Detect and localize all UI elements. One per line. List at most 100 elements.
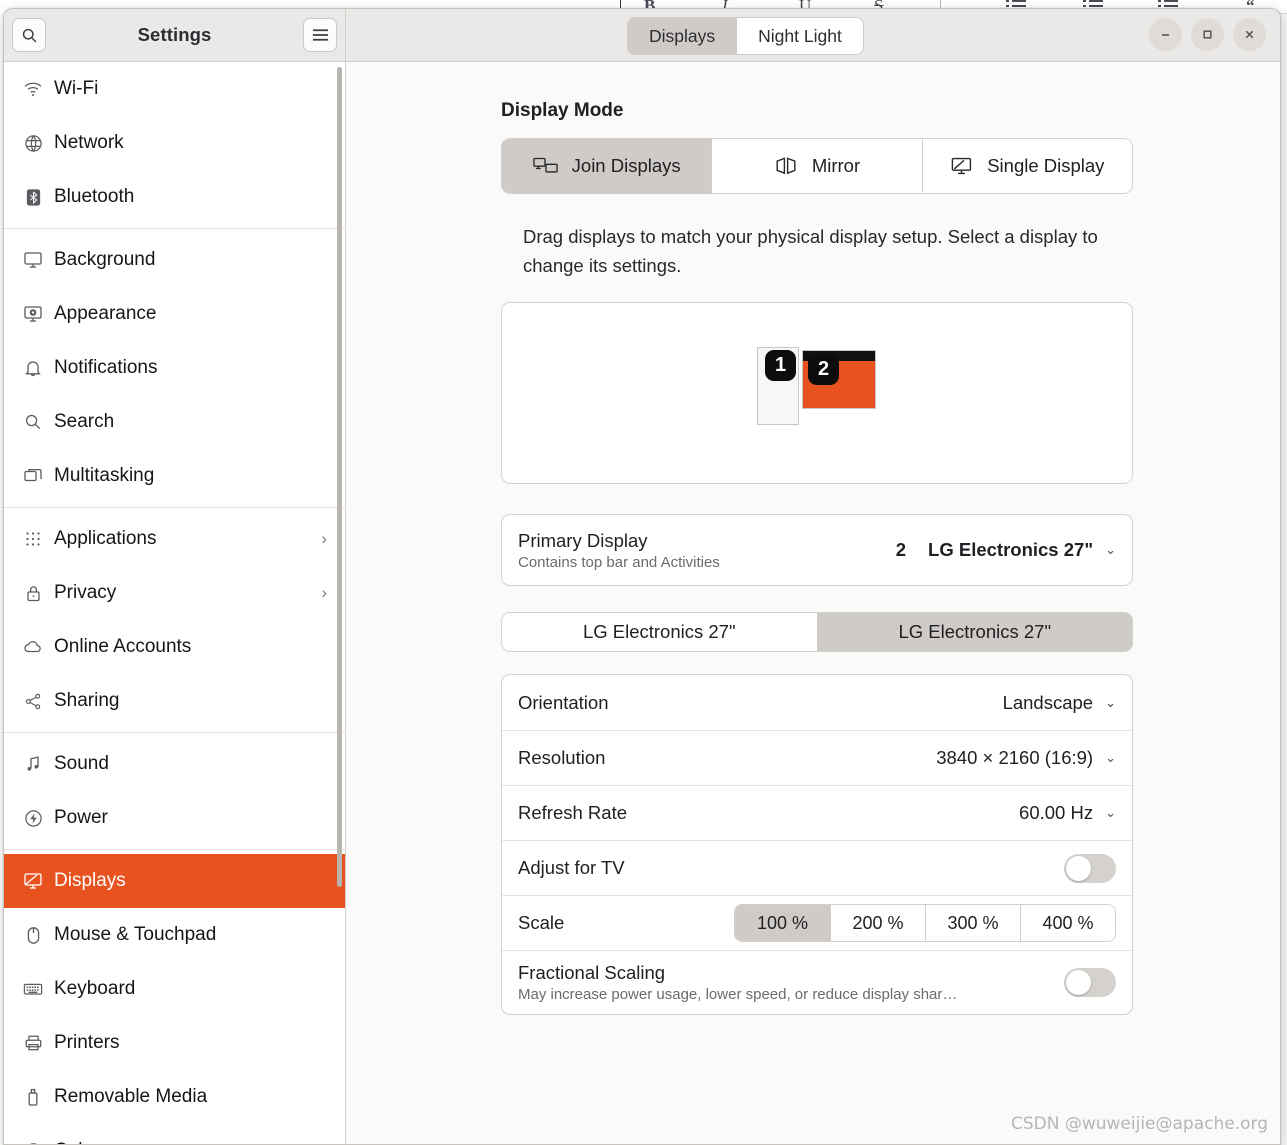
sidebar: Wi-Fi Network Bluetooth Background Appea… xyxy=(4,62,346,1144)
sidebar-item-multitasking[interactable]: Multitasking xyxy=(4,449,345,503)
sidebar-divider xyxy=(4,507,345,508)
scale-option-100-label: 100 % xyxy=(756,912,809,933)
display-mode-switcher: Join Displays Mirror Single Display xyxy=(501,138,1133,194)
orientation-row[interactable]: Orientation Landscape ⌄ xyxy=(502,675,1132,730)
mode-join-displays[interactable]: Join Displays xyxy=(502,139,712,193)
close-icon xyxy=(1245,30,1254,39)
sidebar-item-color[interactable]: Color xyxy=(4,1124,345,1144)
adjust-for-tv-toggle[interactable] xyxy=(1064,853,1116,883)
tab-night-light[interactable]: Night Light xyxy=(736,18,863,54)
sidebar-item-background[interactable]: Background xyxy=(4,233,345,287)
resolution-value: 3840 × 2160 (16:9) xyxy=(936,747,1094,768)
sidebar-item-notifications[interactable]: Notifications xyxy=(4,341,345,395)
wifi-icon xyxy=(18,81,48,97)
main-menu-button[interactable] xyxy=(303,18,337,52)
scale-row: Scale 100 % 200 % 300 % 400 % xyxy=(502,895,1132,950)
sidebar-item-mouse-touchpad[interactable]: Mouse & Touchpad xyxy=(4,908,345,962)
sidebar-item-label: Printers xyxy=(54,1032,120,1053)
cloud-icon xyxy=(18,640,48,654)
primary-display-number: 2 xyxy=(895,539,907,560)
scale-option-200-label: 200 % xyxy=(852,912,904,933)
sidebar-item-printers[interactable]: Printers xyxy=(4,1016,345,1070)
scale-option-400-label: 400 % xyxy=(1042,912,1094,933)
sidebar-item-power[interactable]: Power xyxy=(4,791,345,845)
refresh-rate-row[interactable]: Refresh Rate 60.00 Hz ⌄ xyxy=(502,785,1132,840)
tab-displays[interactable]: Displays xyxy=(628,18,737,54)
display-mode-section: Display Mode Join Displays Mirror Single… xyxy=(501,100,1133,1015)
search-icon xyxy=(22,28,36,42)
sidebar-item-displays[interactable]: Displays xyxy=(4,854,345,908)
mode-single-display[interactable]: Single Display xyxy=(921,139,1132,193)
resolution-label: Resolution xyxy=(518,747,606,768)
sidebar-item-search[interactable]: Search xyxy=(4,395,345,449)
display-tab-1-label: LG Electronics 27" xyxy=(582,621,736,642)
keyboard-icon xyxy=(18,982,48,996)
resolution-row[interactable]: Resolution 3840 × 2160 (16:9) ⌄ xyxy=(502,730,1132,785)
fractional-scaling-label: Fractional Scaling xyxy=(518,962,666,983)
sidebar-divider xyxy=(4,732,345,733)
scale-switcher: 100 % 200 % 300 % 400 % xyxy=(734,904,1116,942)
scale-option-300-label: 300 % xyxy=(947,912,999,933)
display-settings-card: Orientation Landscape ⌄ Resolution 3840 … xyxy=(501,674,1133,1015)
close-button[interactable] xyxy=(1233,18,1266,51)
mode-mirror-label: Mirror xyxy=(811,155,861,176)
fractional-scaling-toggle[interactable] xyxy=(1064,968,1116,997)
primary-display-label: Primary Display xyxy=(518,529,648,551)
search-button[interactable] xyxy=(12,18,46,52)
windows-stack-icon xyxy=(18,467,48,485)
chevron-right-icon: › xyxy=(321,529,327,548)
display-icon xyxy=(18,872,48,890)
sidebar-item-wifi[interactable]: Wi-Fi xyxy=(4,62,345,116)
sidebar-item-label: Wi-Fi xyxy=(54,78,99,99)
sidebar-item-network[interactable]: Network xyxy=(4,116,345,170)
sidebar-item-privacy[interactable]: Privacy › xyxy=(4,566,345,620)
primary-display-sublabel: Contains top bar and Activities xyxy=(518,553,720,571)
scale-option-400[interactable]: 400 % xyxy=(1020,905,1115,941)
window-controls xyxy=(1149,18,1266,51)
mode-join-displays-label: Join Displays xyxy=(571,155,681,176)
monitor-1-number: 1 xyxy=(765,350,796,381)
power-circle-icon xyxy=(18,809,48,828)
header-bar-sidebar-section: Settings xyxy=(4,9,346,62)
content-area: Display Mode Join Displays Mirror Single… xyxy=(346,62,1280,1144)
sidebar-item-label: Multitasking xyxy=(54,465,155,486)
chevron-right-icon: › xyxy=(321,583,327,602)
display-arrangement-canvas[interactable]: 1 2 xyxy=(501,302,1133,484)
chevron-down-icon: ⌄ xyxy=(1105,694,1116,710)
scale-option-200[interactable]: 200 % xyxy=(830,905,925,941)
mode-mirror[interactable]: Mirror xyxy=(711,139,922,193)
sidebar-item-removable-media[interactable]: Removable Media xyxy=(4,1070,345,1124)
maximize-button[interactable] xyxy=(1191,18,1224,51)
scale-option-100[interactable]: 100 % xyxy=(735,905,830,941)
sidebar-item-appearance[interactable]: Appearance xyxy=(4,287,345,341)
minimize-button[interactable] xyxy=(1149,18,1182,51)
sidebar-item-bluetooth[interactable]: Bluetooth xyxy=(4,170,345,224)
display-mode-title: Display Mode xyxy=(501,100,624,121)
sidebar-item-label: Sharing xyxy=(54,690,120,711)
sidebar-item-applications[interactable]: Applications › xyxy=(4,512,345,566)
appearance-icon xyxy=(18,305,48,323)
primary-display-row[interactable]: Primary Display Contains top bar and Act… xyxy=(502,515,1132,585)
refresh-rate-label: Refresh Rate xyxy=(518,802,627,823)
share-nodes-icon xyxy=(18,692,48,711)
sidebar-item-label: Search xyxy=(54,411,115,432)
display-tab-2-label: LG Electronics 27" xyxy=(898,621,1052,642)
sidebar-item-label: Mouse & Touchpad xyxy=(54,924,217,945)
orientation-label: Orientation xyxy=(518,691,609,713)
sidebar-divider xyxy=(4,849,345,850)
display-tab-2[interactable]: LG Electronics 27" xyxy=(816,613,1132,651)
sidebar-item-sound[interactable]: Sound xyxy=(4,737,345,791)
sidebar-item-online-accounts[interactable]: Online Accounts xyxy=(4,620,345,674)
display-tab-1[interactable]: LG Electronics 27" xyxy=(502,613,817,651)
toggle-knob xyxy=(1066,970,1091,995)
scale-option-300[interactable]: 300 % xyxy=(925,905,1020,941)
fractional-scaling-sublabel: May increase power usage, lower speed, o… xyxy=(518,986,958,1003)
sidebar-scrollbar[interactable] xyxy=(337,67,342,887)
sidebar-item-keyboard[interactable]: Keyboard xyxy=(4,962,345,1016)
sidebar-item-label: Privacy xyxy=(54,582,117,603)
arrangement-hint: Drag displays to match your physical dis… xyxy=(523,226,1098,276)
monitor-background-icon xyxy=(18,251,48,269)
sidebar-item-sharing[interactable]: Sharing xyxy=(4,674,345,728)
fractional-scaling-labels: Fractional Scaling May increase power us… xyxy=(518,962,957,1003)
orientation-value: Landscape xyxy=(1002,691,1094,713)
